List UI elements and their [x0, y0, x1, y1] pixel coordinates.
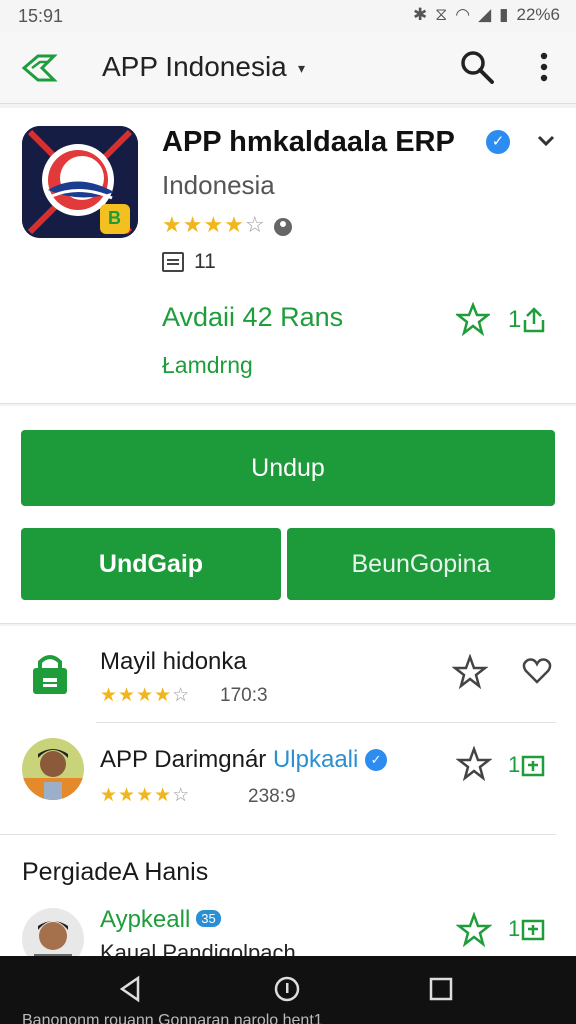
list-item-title: Mayil hidonka — [100, 648, 247, 675]
battery-percent: 22%6 — [516, 5, 560, 24]
list-item[interactable]: Aypkeall 35 Kaual Pandiqolpach 1 — [0, 836, 576, 970]
heart-icon[interactable] — [522, 656, 552, 686]
share-icon — [522, 755, 545, 777]
store-logo-icon[interactable] — [20, 50, 58, 86]
lock-icon — [33, 655, 67, 694]
bluetooth-icon: ✱ — [413, 5, 428, 24]
list-item-title: Aypkeall 35 — [100, 906, 221, 934]
overflow-menu-icon[interactable] — [532, 49, 556, 85]
share-count: 1 — [508, 916, 521, 941]
vibrate-icon: ⧖ — [435, 5, 448, 24]
verified-badge-icon: ✓ — [365, 749, 388, 771]
app-toolbar: APP Indonesia ▾ — [0, 32, 576, 104]
content-rating-icon — [274, 218, 292, 236]
list-divider — [0, 834, 556, 835]
avatar — [22, 738, 84, 800]
list-item-stars: ★★★★☆ — [100, 685, 191, 706]
app-icon-badge: B — [108, 208, 121, 228]
related-apps-list: Mayil hidonka ★★★★☆ 170:3 APP Darimgnár … — [0, 626, 576, 970]
share-icon — [524, 307, 545, 333]
list-item-count: 238:9 — [248, 786, 296, 807]
toolbar-title[interactable]: APP Indonesia — [102, 51, 287, 83]
app-detail-card: B APP hmkaldaala ERP ✓ Indonesia ★★★★☆ 1… — [0, 108, 576, 404]
signal-icon: ◢ — [478, 5, 492, 24]
recents-icon[interactable] — [426, 974, 456, 1004]
battery-icon: ▮ — [499, 5, 509, 24]
app-size-text: 11 — [194, 250, 216, 273]
loading-status: Łamdrng — [162, 352, 253, 378]
status-bar: 15:91 ✱ ⧖ ◠ ◢ ▮ 22%6 — [0, 0, 576, 32]
list-item-badge: 35 — [196, 910, 221, 927]
share-count: 1 — [508, 306, 522, 333]
list-item[interactable]: APP Darimgnár Ulpkaali ✓ ★★★★☆ 238:9 1 — [0, 724, 576, 835]
list-item[interactable]: Mayil hidonka ★★★★☆ 170:3 — [0, 626, 576, 723]
list-item-stars: ★★★★☆ — [100, 785, 191, 806]
share-button[interactable]: 1 — [508, 752, 546, 778]
secondary-left-button[interactable]: UndGaip — [21, 528, 281, 600]
app-name: APP hmkaldaala ERP — [162, 126, 455, 158]
share-icon — [522, 919, 545, 941]
verified-badge-icon: ✓ — [486, 130, 510, 154]
list-item-title-accent: Ulpkaali — [272, 746, 359, 773]
star-outline-icon[interactable] — [452, 654, 488, 690]
chevron-down-icon[interactable] — [535, 130, 557, 152]
wishlist-star-icon[interactable] — [456, 302, 490, 336]
star-outline-icon[interactable] — [456, 746, 492, 782]
availability-text: Avdaii 42 Rans — [162, 302, 344, 332]
star-outline-icon[interactable] — [456, 912, 492, 948]
status-time: 15:91 — [18, 6, 64, 26]
install-button[interactable]: Undup — [21, 430, 555, 506]
nav-caption: Banononm rouann Gonnaran narolo hent1 — [22, 1012, 323, 1024]
share-count: 1 — [508, 752, 521, 777]
document-icon — [162, 252, 184, 272]
developer-name[interactable]: Indonesia — [162, 170, 275, 201]
list-divider — [96, 722, 556, 723]
back-icon[interactable] — [116, 974, 146, 1004]
app-size-row: 11 — [162, 250, 216, 274]
action-buttons: Undup UndGaip BeunGopina — [0, 406, 576, 624]
system-nav-bar: Banononm rouann Gonnaran narolo hent1 — [0, 956, 576, 1024]
secondary-right-button[interactable]: BeunGopina — [287, 528, 555, 600]
status-icons: ✱ ⧖ ◠ ◢ ▮ 22%6 — [413, 5, 560, 25]
list-item-title: APP Darimgnár Ulpkaali ✓ — [100, 746, 388, 774]
toolbar-dropdown-icon[interactable]: ▾ — [298, 60, 305, 77]
home-icon[interactable] — [272, 974, 302, 1004]
share-button[interactable]: 1 — [508, 916, 546, 942]
search-icon[interactable] — [458, 48, 496, 86]
list-item-count: 170:3 — [220, 685, 268, 706]
app-rating-stars: ★★★★☆ — [162, 212, 266, 237]
share-button[interactable]: 1 — [508, 306, 547, 334]
app-icon: B — [22, 126, 138, 238]
wifi-icon: ◠ — [455, 5, 471, 24]
